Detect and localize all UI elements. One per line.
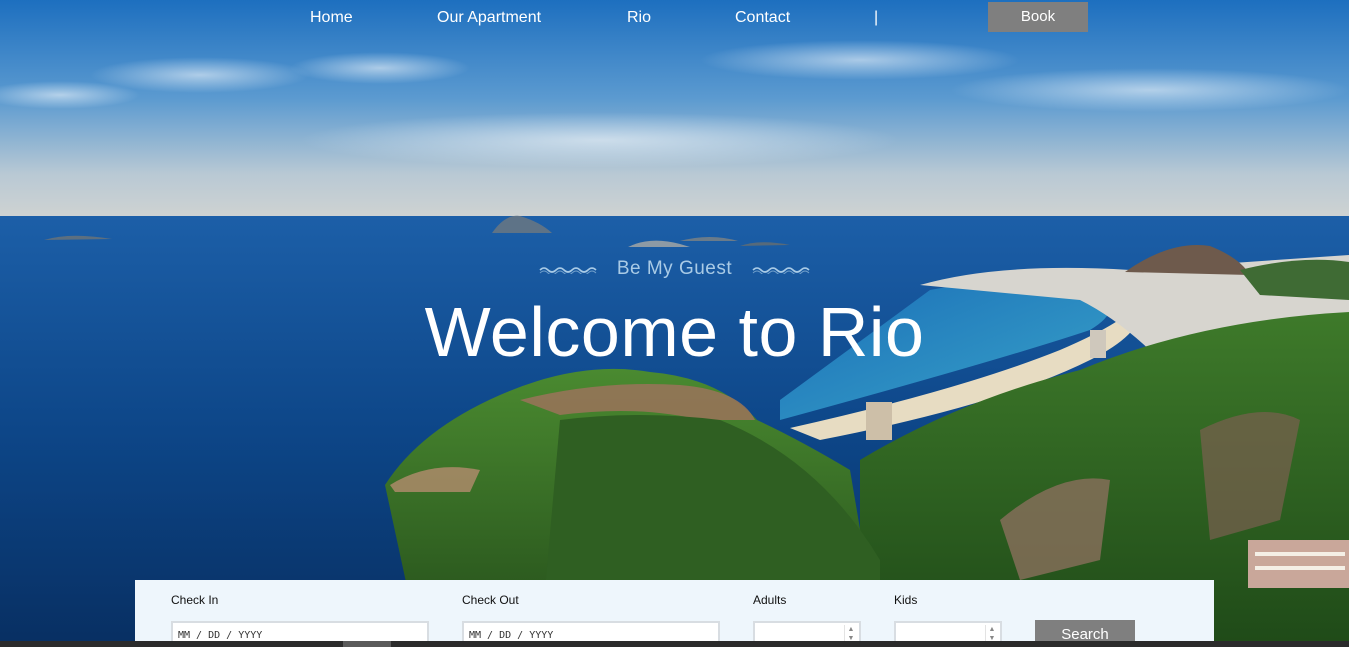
nav-link-our-apartment[interactable]: Our Apartment — [437, 9, 541, 27]
horizontal-scrollbar[interactable] — [0, 641, 1349, 647]
check-out-label: Check Out — [462, 593, 519, 607]
wave-divider-right-icon — [752, 267, 810, 274]
book-button[interactable]: Book — [988, 2, 1088, 32]
kids-label: Kids — [894, 593, 918, 607]
nav-link-rio[interactable]: Rio — [627, 9, 651, 27]
booking-form: Check In MM / DD / YYYY Check Out MM / D… — [135, 580, 1214, 647]
nav-separator: | — [874, 9, 879, 26]
adults-label: Adults — [753, 593, 787, 607]
check-in-label: Check In — [171, 593, 219, 607]
scrollbar-thumb[interactable] — [343, 641, 391, 647]
hero-section: Home Our Apartment Rio Contact | Book Be… — [0, 0, 1349, 647]
main-navigation: Home Our Apartment Rio Contact | Book — [0, 0, 1349, 34]
nav-link-home[interactable]: Home — [310, 9, 353, 27]
hero-tagline-row: Be My Guest — [0, 258, 1349, 280]
spinner-up-icon[interactable]: ▲ — [986, 625, 998, 634]
hero-headline: Welcome to Rio — [424, 293, 925, 371]
nav-link-contact[interactable]: Contact — [735, 9, 790, 27]
wave-divider-left-icon — [539, 267, 597, 274]
hero-tagline: Be My Guest — [616, 258, 733, 279]
spinner-up-icon[interactable]: ▲ — [845, 625, 857, 634]
